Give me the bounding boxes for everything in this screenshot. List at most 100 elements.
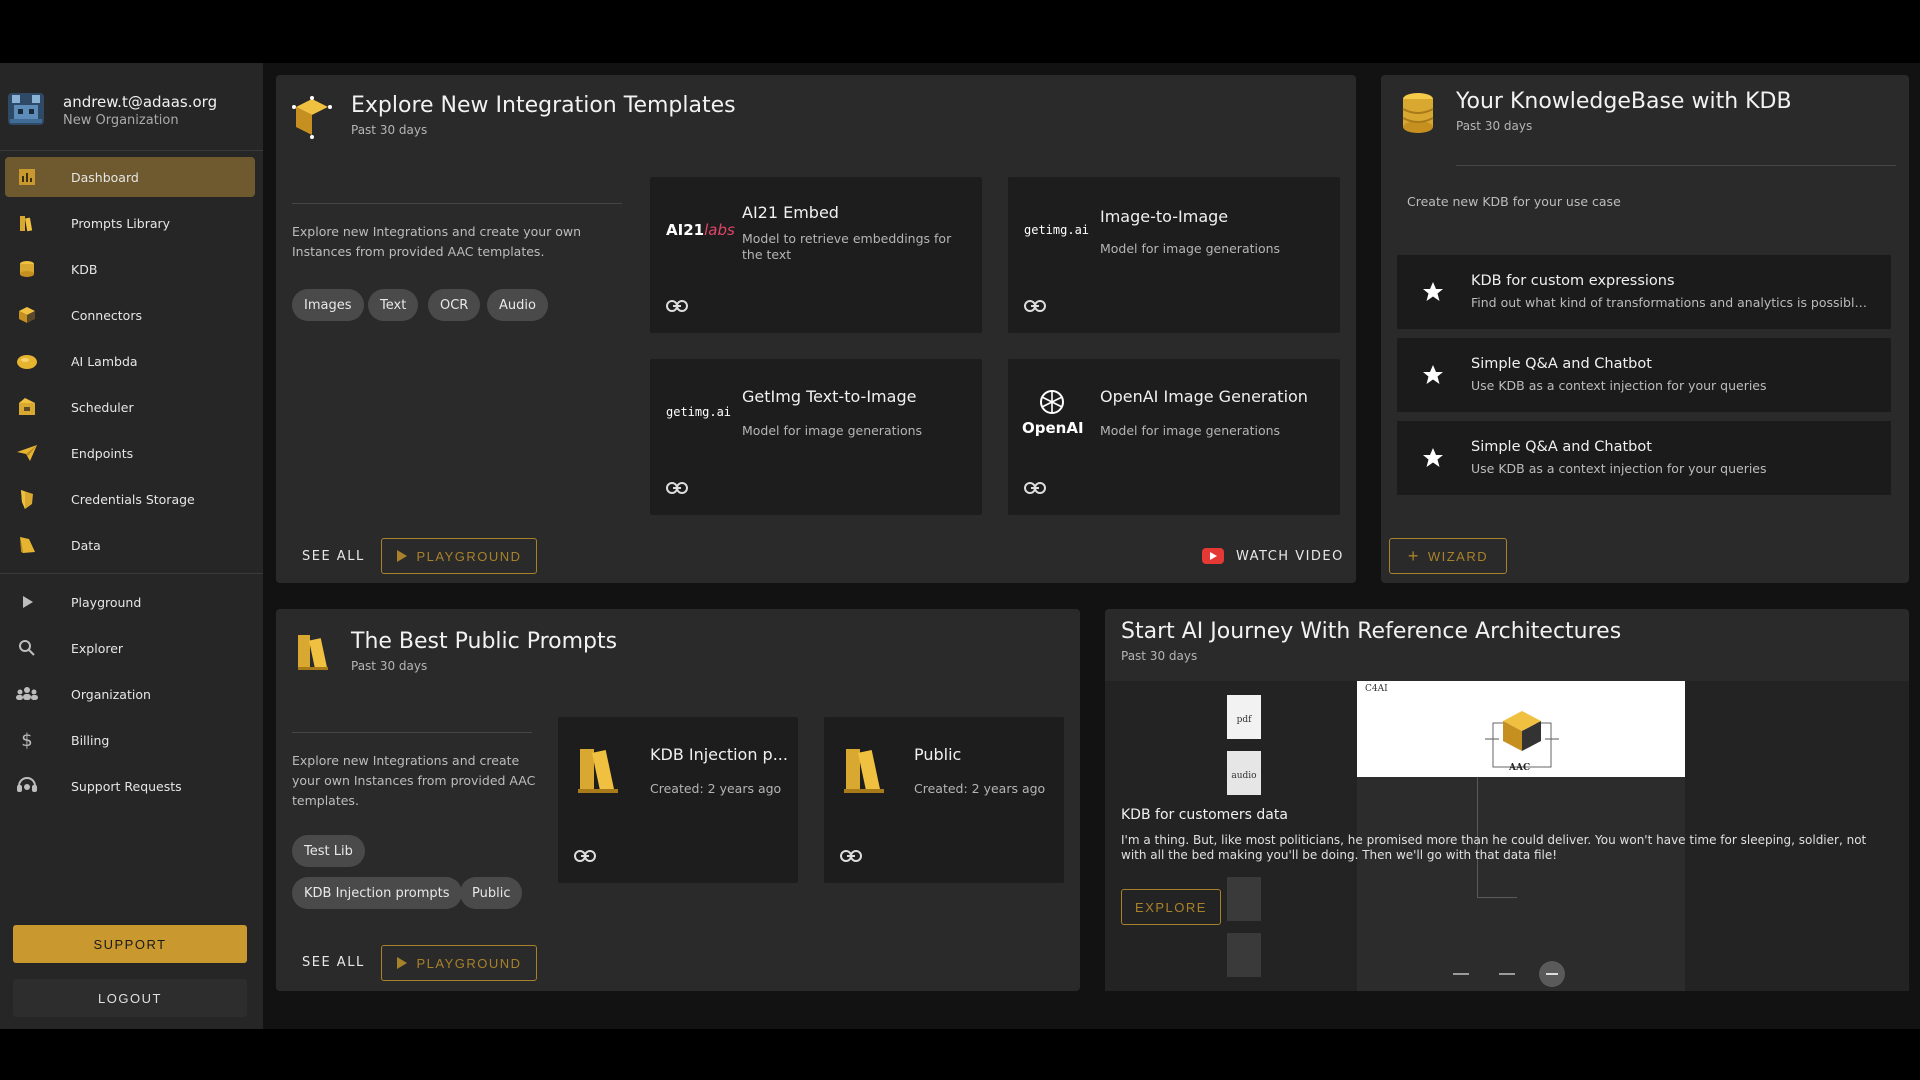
divider (292, 732, 532, 733)
tile-title: GetImg Text-to-Image (742, 387, 917, 406)
link-icon[interactable] (666, 481, 688, 495)
playground-button[interactable]: PLAYGROUND (381, 538, 537, 574)
sidebar-item-label: Explorer (71, 640, 124, 656)
organization-name: New Organization (63, 113, 179, 128)
user-email: andrew.t@adaas.org (63, 93, 218, 111)
button-label: PLAYGROUND (416, 548, 522, 564)
tile-description: Created: 2 years ago (914, 781, 1046, 796)
card-title: Explore New Integration Templates (351, 93, 736, 118)
card-subtitle: Past 30 days (351, 659, 428, 673)
sidebar-item-explorer[interactable]: Explorer (5, 628, 255, 668)
paper-plane-icon (15, 441, 39, 465)
kdb-item-title: KDB for custom expressions (1471, 273, 1675, 289)
tile-title: AI21 Embed (742, 203, 839, 222)
template-tile-ai21-embed[interactable]: AI21labs AI21 Embed Model to retrieve em… (650, 177, 982, 333)
template-tile-image-to-image[interactable]: getimg.ai Image-to-Image Model for image… (1008, 177, 1340, 333)
kdb-template-item[interactable]: Simple Q&A and Chatbot Use KDB as a cont… (1397, 338, 1891, 412)
sidebar-item-prompts-library[interactable]: Prompts Library (5, 203, 255, 243)
see-all-button[interactable]: SEE ALL (302, 549, 365, 564)
chip-images[interactable]: Images (292, 289, 364, 321)
play-icon (397, 957, 408, 969)
document-icon: pdf (1227, 695, 1261, 739)
sidebar-item-support-requests[interactable]: Support Requests (5, 766, 255, 806)
chip-text[interactable]: Text (368, 289, 419, 321)
sidebar-item-label: Organization (71, 686, 151, 702)
button-label: WATCH VIDEO (1236, 548, 1344, 564)
cube-icon (15, 303, 39, 327)
template-tile-openai-image-generation[interactable]: OpenAI OpenAI Image Generation Model for… (1008, 359, 1340, 515)
chip-ocr[interactable]: OCR (428, 289, 481, 321)
sidebar-item-label: Playground (71, 594, 142, 610)
kdb-item-title: Simple Q&A and Chatbot (1471, 439, 1652, 455)
card-title: Your KnowledgeBase with KDB (1456, 89, 1792, 114)
logout-button[interactable]: LOGOUT (13, 979, 247, 1017)
kdb-template-item[interactable]: Simple Q&A and Chatbot Use KDB as a cont… (1397, 421, 1891, 495)
user-profile[interactable]: andrew.t@adaas.org New Organization (6, 85, 256, 135)
divider (292, 203, 622, 204)
coins-icon (1402, 93, 1434, 133)
card-subtitle: Past 30 days (351, 123, 428, 137)
chip-kdb-injection-prompts[interactable]: KDB Injection prompts (292, 877, 462, 909)
chip-test-lib[interactable]: Test Lib (292, 835, 365, 867)
divider (1456, 165, 1896, 166)
getimg-logo: getimg.ai (666, 405, 732, 419)
tile-title: Public (914, 745, 962, 764)
carousel-indicator[interactable] (1453, 973, 1469, 975)
architecture-diagram: C4AI AAC (1357, 681, 1685, 777)
sidebar-item-endpoints[interactable]: Endpoints (5, 433, 255, 473)
template-tile-getimg-text-to-image[interactable]: getimg.ai GetImg Text-to-Image Model for… (650, 359, 982, 515)
books-icon (298, 635, 328, 670)
star-icon (1423, 448, 1443, 467)
sidebar-item-connectors[interactable]: Connectors (5, 295, 255, 335)
prompt-tile-kdb-injection[interactable]: KDB Injection p... Created: 2 years ago (558, 717, 798, 883)
primary-nav: Dashboard Prompts Library KDB Connectors… (5, 157, 255, 571)
sidebar-item-label: Data (71, 537, 101, 553)
sidebar-item-label: Scheduler (71, 399, 134, 415)
sidebar-item-dashboard[interactable]: Dashboard (5, 157, 255, 197)
aac-label: AAC (1509, 763, 1531, 773)
sidebar-item-label: Credentials Storage (71, 491, 195, 507)
sidebar-item-billing[interactable]: $ Billing (5, 720, 255, 760)
kdb-template-item[interactable]: KDB for custom expressions Find out what… (1397, 255, 1891, 329)
c4ai-label: C4AI (1365, 684, 1388, 694)
link-icon[interactable] (574, 849, 596, 863)
explore-button[interactable]: EXPLORE (1121, 889, 1221, 925)
card-description: Create new KDB for your use case (1407, 194, 1621, 209)
tile-description: Model for image generations (742, 423, 923, 438)
playground-button[interactable]: PLAYGROUND (381, 945, 537, 981)
watch-video-button[interactable]: WATCH VIDEO (1202, 541, 1344, 571)
sidebar-item-organization[interactable]: Organization (5, 674, 255, 714)
slide-text: I'm a thing. But, like most politicians,… (1121, 833, 1867, 862)
sidebar-item-kdb[interactable]: KDB (5, 249, 255, 289)
chip-audio[interactable]: Audio (487, 289, 548, 321)
slide-title: KDB for customers data (1121, 807, 1288, 823)
openai-icon (1040, 390, 1064, 414)
sidebar-item-label: AI Lambda (71, 353, 138, 369)
connector-line (1477, 897, 1517, 898)
books-icon (15, 211, 39, 235)
sidebar-item-label: KDB (71, 261, 98, 277)
link-icon[interactable] (666, 299, 688, 313)
link-icon[interactable] (1024, 481, 1046, 495)
carousel-indicator-active[interactable] (1539, 961, 1565, 987)
sidebar-item-ai-lambda[interactable]: AI Lambda (5, 341, 255, 381)
sidebar-item-scheduler[interactable]: Scheduler (5, 387, 255, 427)
ai21-logo: AI21labs (666, 221, 735, 239)
sidebar-item-playground[interactable]: Playground (5, 582, 255, 622)
public-prompts-card: The Best Public Prompts Past 30 days Exp… (276, 609, 1080, 991)
see-all-button[interactable]: SEE ALL (302, 955, 365, 970)
link-icon[interactable] (1024, 299, 1046, 313)
kdb-item-description: Find out what kind of transformations an… (1471, 295, 1871, 310)
prompt-tile-public[interactable]: Public Created: 2 years ago (824, 717, 1064, 883)
sidebar-item-data[interactable]: Data (5, 525, 255, 565)
getimg-logo: getimg.ai (1024, 223, 1090, 237)
support-button[interactable]: SUPPORT (13, 925, 247, 963)
carousel-indicator[interactable] (1499, 973, 1515, 975)
link-icon[interactable] (840, 849, 862, 863)
wizard-button[interactable]: + WIZARD (1389, 538, 1507, 574)
chip-public[interactable]: Public (460, 877, 523, 909)
sidebar-item-credentials-storage[interactable]: Credentials Storage (5, 479, 255, 519)
tile-description: Model to retrieve embeddings for the tex… (742, 231, 952, 262)
sidebar-item-label: Billing (71, 732, 110, 748)
sidebar-item-label: Connectors (71, 307, 142, 323)
